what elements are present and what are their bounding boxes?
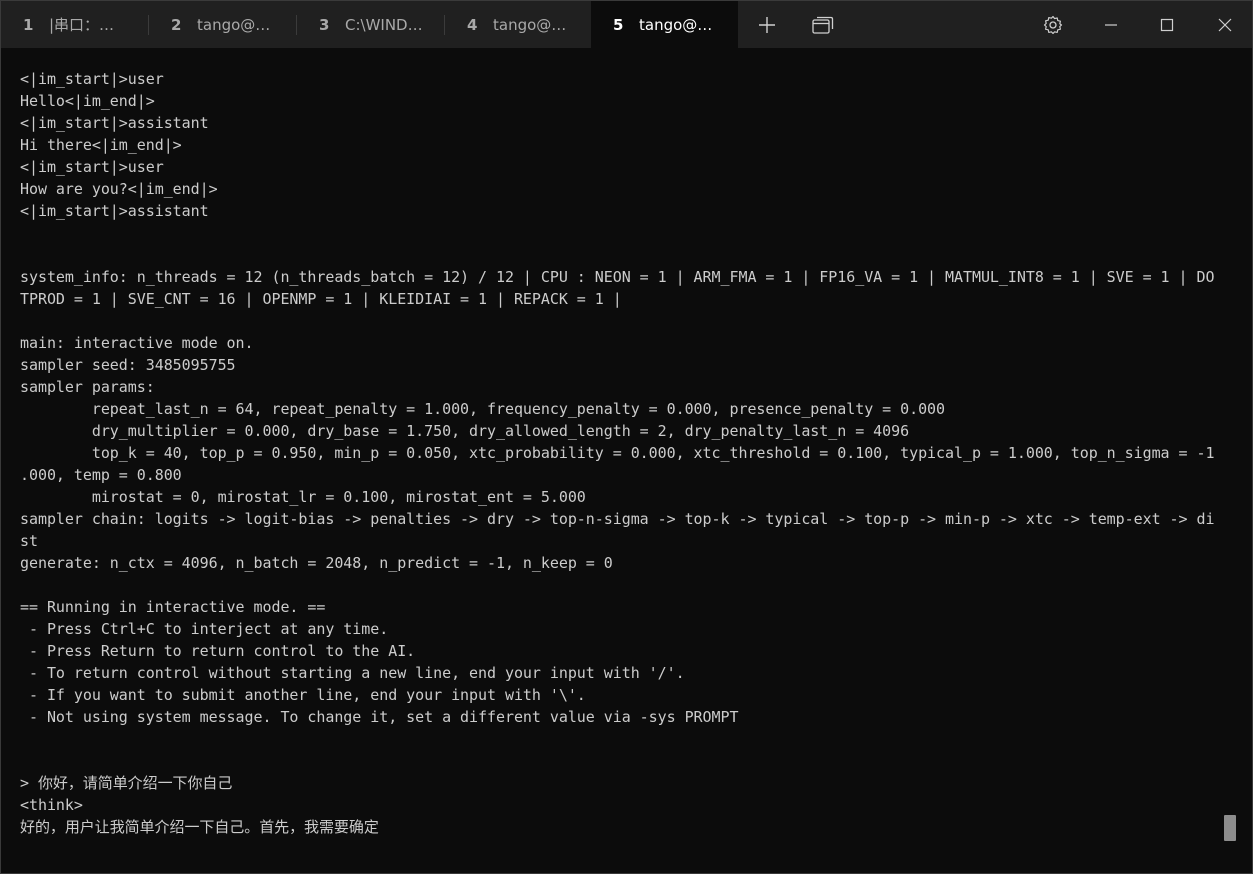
close-button[interactable] [1202,1,1248,48]
terminal-line: <|im_start|>user [20,158,164,176]
terminal-line: dry_multiplier = 0.000, dry_base = 1.750… [20,422,910,440]
terminal-line: generate: n_ctx = 4096, n_batch = 2048, … [20,554,613,572]
terminal-line: top_k = 40, top_p = 0.950, min_p = 0.050… [20,444,1215,462]
tab-5-active[interactable]: 5 tango@… [591,1,738,48]
tab-1[interactable]: 1 |串口：… [1,1,148,48]
tab-title: |串口：… [49,16,115,34]
terminal-line: sampler seed: 3485095755 [20,356,236,374]
terminal-line: How are you?<|im_end|> [20,180,218,198]
new-tab-button[interactable] [746,1,788,48]
terminal-line: <|im_start|>assistant [20,114,209,132]
minimize-icon [1105,23,1117,26]
minimize-button[interactable] [1088,1,1134,48]
terminal-line: <|im_start|>user [20,70,164,88]
terminal-line: - Not using system message. To change it… [20,708,739,726]
terminal-line: sampler params: [20,378,155,396]
tab-number: 4 [467,15,478,34]
terminal-line: > 你好，请简单介绍一下你自己 [20,774,233,792]
terminal-line: <|im_start|>assistant [20,202,209,220]
terminal-line: - If you want to submit another line, en… [20,686,586,704]
tab-2[interactable]: 2 tango@… [149,1,296,48]
terminal-line: mirostat = 0, mirostat_lr = 0.100, miros… [20,488,586,506]
terminal-window: 1 |串口：… 2 tango@… 3 C:\WIND… 4 tango@… 5… [0,0,1253,874]
terminal-line: == Running in interactive mode. == [20,598,326,616]
terminal-line: system_info: n_threads = 12 (n_threads_b… [20,268,1215,286]
tab-number: 1 [23,15,34,34]
windows-stack-icon [812,16,834,34]
terminal-line: - Press Return to return control to the … [20,642,416,660]
scrollbar-thumb[interactable] [1224,815,1236,841]
terminal-output[interactable]: <|im_start|>user Hello<|im_end|> <|im_st… [20,68,1220,858]
vertical-scrollbar[interactable] [1224,57,1238,857]
terminal-line: <think> [20,796,83,814]
title-bar: 1 |串口：… 2 tango@… 3 C:\WIND… 4 tango@… 5… [1,1,1252,48]
tab-overview-button[interactable] [802,1,844,48]
settings-button[interactable] [1032,1,1074,48]
terminal-line: sampler chain: logits -> logit-bias -> p… [20,510,1215,528]
terminal-line: st [20,532,38,550]
terminal-line: .000, temp = 0.800 [20,466,182,484]
tab-title: tango@… [639,15,713,34]
terminal-line: Hi there<|im_end|> [20,136,182,154]
terminal-line: TPROD = 1 | SVE_CNT = 16 | OPENMP = 1 | … [20,290,622,308]
maximize-icon [1160,18,1174,31]
close-icon [1218,18,1232,31]
terminal-line: main: interactive mode on. [20,334,254,352]
terminal-line: Hello<|im_end|> [20,92,155,110]
tab-number: 3 [319,15,330,34]
terminal-line: repeat_last_n = 64, repeat_penalty = 1.0… [20,400,946,418]
tab-title: C:\WIND… [345,15,423,34]
maximize-button[interactable] [1144,1,1190,48]
tab-number: 2 [171,15,182,34]
tab-title: tango@… [493,15,567,34]
plus-icon [759,16,775,33]
tab-4[interactable]: 4 tango@… [445,1,591,48]
terminal-line: 好的，用户让我简单介绍一下自己。首先，我需要确定 [20,818,379,836]
tab-title: tango@… [197,15,271,34]
tab-3[interactable]: 3 C:\WIND… [297,1,444,48]
gear-icon [1043,15,1063,34]
terminal-line: - To return control without starting a n… [20,664,685,682]
terminal-line: - Press Ctrl+C to interject at any time. [20,620,389,638]
tab-number: 5 [613,15,624,34]
